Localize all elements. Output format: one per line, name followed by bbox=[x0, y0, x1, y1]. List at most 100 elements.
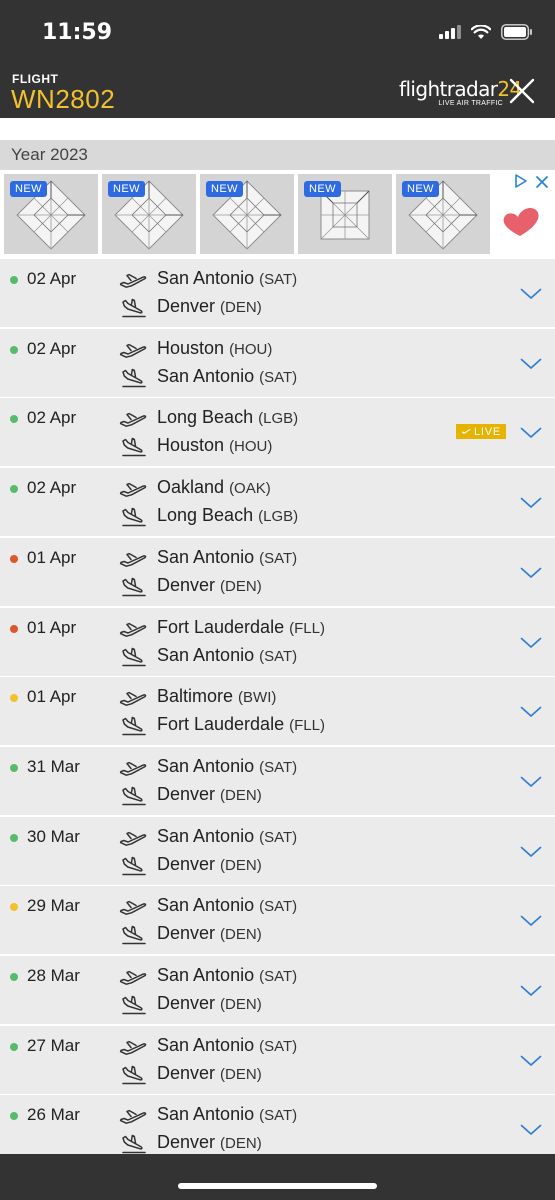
origin-code: (SAT) bbox=[259, 898, 298, 916]
new-badge: NEW bbox=[304, 181, 341, 197]
expand-chevron-icon[interactable] bbox=[520, 984, 542, 1002]
arrival-icon bbox=[121, 437, 147, 462]
flight-date: 27 Mar bbox=[27, 1035, 80, 1055]
expand-chevron-icon[interactable] bbox=[520, 566, 542, 584]
origin-code: (LGB) bbox=[258, 410, 299, 428]
expand-chevron-icon[interactable] bbox=[520, 1054, 542, 1072]
flight-date: 01 Apr bbox=[27, 547, 77, 567]
origin-code: (HOU) bbox=[229, 340, 273, 358]
destination-city: Denver bbox=[157, 923, 216, 944]
expand-chevron-icon[interactable] bbox=[520, 357, 542, 375]
expand-chevron-icon[interactable] bbox=[520, 705, 542, 723]
expand-chevron-icon[interactable] bbox=[520, 1123, 542, 1141]
flight-row[interactable]: 01 Apr Baltimore (BWI) Fort Lauderdale (FL… bbox=[0, 677, 555, 746]
expand-chevron-icon[interactable] bbox=[520, 775, 542, 793]
destination-city: San Antonio bbox=[157, 644, 255, 665]
flight-row[interactable]: 26 Mar San Antonio (SAT) Denver (DEN) bbox=[0, 1095, 555, 1154]
flight-date: 28 Mar bbox=[27, 966, 80, 985]
departure-icon bbox=[119, 480, 147, 503]
ad-banner[interactable]: NEW NEW NEW NEW NEW bbox=[0, 170, 555, 258]
status-dot bbox=[10, 485, 18, 494]
destination-city: San Antonio bbox=[157, 365, 255, 386]
flight-row[interactable]: 27 Mar San Antonio (SAT) Denver (DEN) bbox=[0, 1025, 555, 1094]
flight-date: 01 Apr bbox=[27, 617, 77, 637]
home-indicator[interactable] bbox=[178, 1183, 377, 1189]
origin-city: San Antonio bbox=[157, 546, 255, 567]
origin-airport: San Antonio (SAT) bbox=[157, 1035, 297, 1056]
destination-city: Fort Lauderdale bbox=[157, 714, 285, 735]
ad-product-tile[interactable]: NEW bbox=[102, 174, 196, 254]
ad-product-tile[interactable]: NEW bbox=[4, 174, 98, 254]
origin-code: (SAT) bbox=[259, 968, 298, 985]
close-icon[interactable] bbox=[507, 76, 537, 106]
destination-city: Denver bbox=[157, 993, 216, 1013]
ad-product-tile[interactable]: NEW bbox=[298, 174, 392, 254]
origin-city: San Antonio bbox=[157, 755, 255, 776]
destination-airport: Long Beach (LGB) bbox=[157, 505, 298, 526]
expand-chevron-icon[interactable] bbox=[520, 636, 542, 654]
flight-row[interactable]: 02 Apr San Antonio (SAT) Denver (DEN) bbox=[0, 259, 555, 327]
flight-history-list[interactable]: 02 Apr San Antonio (SAT) Denver (DEN) 02 Ap… bbox=[0, 258, 555, 1154]
year-header: Year 2023 bbox=[0, 140, 555, 170]
destination-airport: Denver (DEN) bbox=[157, 854, 262, 875]
origin-airport: Baltimore (BWI) bbox=[157, 686, 276, 707]
flight-row[interactable]: 02 Apr Long Beach (LGB) Houston (HOU) LIVE bbox=[0, 398, 555, 467]
expand-chevron-icon[interactable] bbox=[520, 914, 542, 932]
origin-city: San Antonio bbox=[157, 825, 255, 846]
ad-close-icon[interactable] bbox=[535, 175, 549, 189]
wifi-icon bbox=[471, 24, 491, 39]
destination-city: Long Beach bbox=[157, 505, 254, 526]
expand-chevron-icon[interactable] bbox=[520, 426, 542, 444]
expand-chevron-icon[interactable] bbox=[520, 287, 542, 305]
flight-row[interactable]: 02 Apr Houston (HOU) San Antonio (SAT) bbox=[0, 328, 555, 397]
live-badge[interactable]: LIVE bbox=[456, 424, 507, 440]
origin-airport: San Antonio (SAT) bbox=[157, 1104, 297, 1125]
departure-icon bbox=[119, 829, 147, 852]
origin-airport: San Antonio (SAT) bbox=[157, 268, 297, 289]
new-badge: NEW bbox=[10, 181, 47, 197]
adchoices-icon[interactable] bbox=[513, 173, 529, 189]
departure-icon bbox=[119, 341, 147, 364]
expand-chevron-icon[interactable] bbox=[520, 496, 542, 514]
flight-date: 02 Apr bbox=[27, 478, 77, 498]
ad-product-tile[interactable]: NEW bbox=[200, 174, 294, 254]
flight-row[interactable]: 02 Apr Oakland (OAK) Long Beach (LGB) bbox=[0, 468, 555, 537]
battery-icon bbox=[501, 24, 532, 40]
arrival-icon bbox=[121, 856, 147, 881]
origin-city: San Antonio bbox=[157, 1104, 255, 1125]
flight-date: 01 Apr bbox=[27, 687, 77, 707]
flight-row[interactable]: 28 Mar San Antonio (SAT) Denver (DEN) bbox=[0, 956, 555, 1024]
ad-product-tile[interactable]: NEW bbox=[396, 174, 490, 254]
flight-row[interactable]: 31 Mar San Antonio (SAT) Denver (DEN) bbox=[0, 746, 555, 815]
flight-row[interactable]: 01 Apr San Antonio (SAT) Denver (DEN) bbox=[0, 537, 555, 606]
departure-icon bbox=[119, 968, 147, 991]
destination-city: Denver bbox=[157, 1132, 216, 1153]
flight-row[interactable]: 30 Mar San Antonio (SAT) Denver (DEN) bbox=[0, 816, 555, 885]
status-dot bbox=[10, 345, 18, 354]
departure-icon bbox=[119, 1038, 147, 1061]
status-time: 11:59 bbox=[42, 20, 113, 45]
arrival-icon bbox=[121, 298, 147, 323]
origin-city: San Antonio bbox=[157, 895, 255, 916]
destination-airport: Houston (HOU) bbox=[157, 435, 272, 456]
departure-icon bbox=[119, 410, 147, 433]
flight-date: 31 Mar bbox=[27, 756, 80, 776]
destination-airport: Fort Lauderdale (FLL) bbox=[157, 714, 325, 735]
year-label: Year 2023 bbox=[11, 145, 88, 164]
destination-airport: Denver (DEN) bbox=[157, 993, 262, 1014]
status-dot bbox=[10, 624, 18, 633]
expand-chevron-icon[interactable] bbox=[520, 845, 542, 863]
status-dot bbox=[10, 1042, 18, 1051]
new-badge: NEW bbox=[108, 181, 145, 197]
status-dot bbox=[10, 833, 18, 842]
origin-airport: Houston (HOU) bbox=[157, 338, 272, 359]
origin-city: Baltimore bbox=[157, 686, 234, 707]
status-dot bbox=[10, 276, 18, 284]
origin-city: Fort Lauderdale bbox=[157, 616, 285, 637]
status-dot bbox=[10, 763, 18, 772]
destination-code: (SAT) bbox=[259, 368, 298, 386]
flight-row[interactable]: 29 Mar San Antonio (SAT) Denver (DEN) bbox=[0, 886, 555, 955]
destination-airport: Denver (DEN) bbox=[157, 923, 262, 944]
destination-code: (LGB) bbox=[258, 508, 299, 526]
flight-row[interactable]: 01 Apr Fort Lauderdale (FLL) San Antonio (… bbox=[0, 607, 555, 676]
